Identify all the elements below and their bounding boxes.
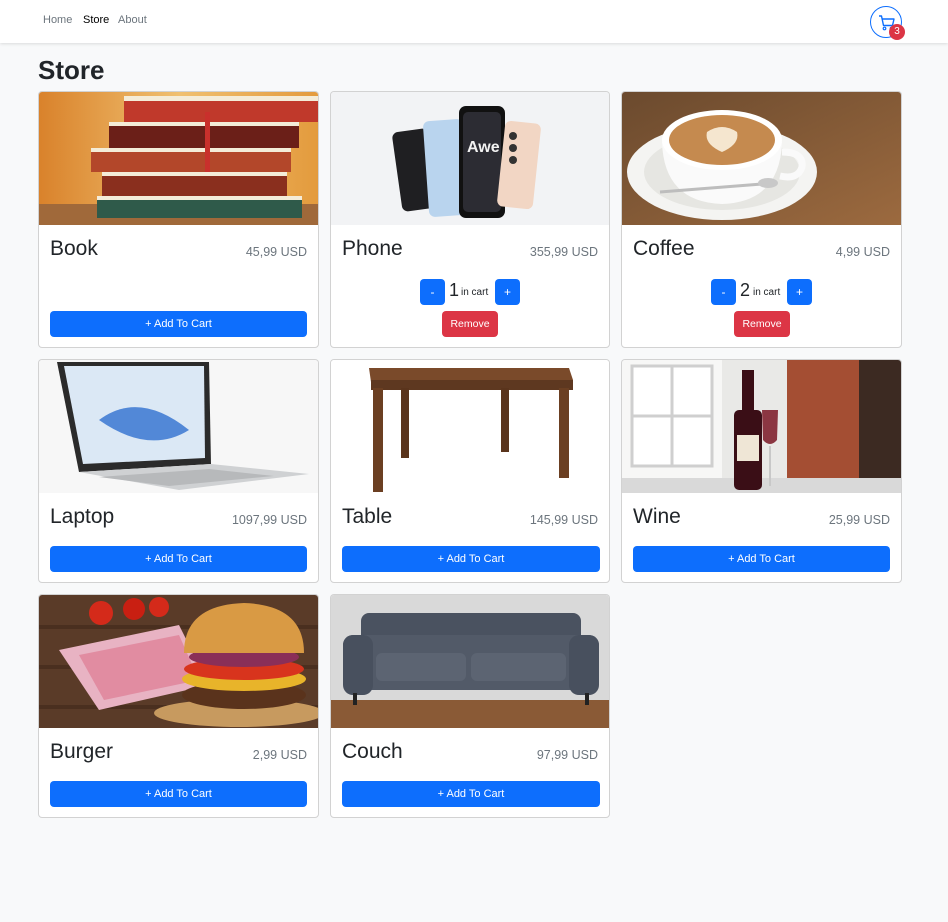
add-to-cart-button[interactable]: + Add To Cart bbox=[633, 546, 890, 572]
nav-link-about[interactable]: About bbox=[118, 14, 147, 26]
remove-button[interactable]: Remove bbox=[442, 311, 498, 337]
in-cart-label: in cart bbox=[461, 287, 489, 298]
decrease-quantity-button[interactable]: - bbox=[420, 279, 445, 305]
product-image-couch bbox=[331, 595, 609, 728]
product-price: 145,99 USD bbox=[529, 513, 598, 527]
quantity-value: 2 bbox=[740, 280, 751, 300]
product-image-book bbox=[39, 92, 318, 225]
product-name: Wine bbox=[633, 505, 681, 528]
decrease-quantity-button[interactable]: - bbox=[711, 279, 736, 305]
add-to-cart-button[interactable]: + Add To Cart bbox=[342, 546, 600, 572]
quantity-stepper: - 1 in cart + bbox=[331, 279, 609, 305]
product-image-coffee bbox=[622, 92, 901, 225]
product-card-phone: Awe Phone 355,99 USD - 1 in cart + Remov… bbox=[330, 91, 610, 348]
product-name: Laptop bbox=[50, 505, 115, 528]
product-price: 97,99 USD bbox=[536, 748, 598, 762]
product-price: 2,99 USD bbox=[252, 748, 307, 762]
product-name: Phone bbox=[342, 237, 403, 260]
add-to-cart-button[interactable]: + Add To Cart bbox=[50, 311, 307, 337]
product-price: 25,99 USD bbox=[828, 513, 890, 527]
quantity-value: 1 bbox=[449, 280, 460, 300]
product-price: 4,99 USD bbox=[835, 245, 890, 259]
increase-quantity-button[interactable]: + bbox=[495, 279, 520, 305]
product-price: 1097,99 USD bbox=[231, 513, 307, 527]
product-name: Burger bbox=[50, 740, 114, 763]
product-card-burger: Burger 2,99 USD + Add To Cart bbox=[38, 594, 319, 818]
product-image-burger bbox=[39, 595, 318, 728]
cart-count-badge: 3 bbox=[889, 24, 905, 40]
product-image-wine bbox=[622, 360, 901, 493]
product-image-table bbox=[331, 360, 609, 493]
add-to-cart-button[interactable]: + Add To Cart bbox=[342, 781, 600, 807]
product-image-phone: Awe bbox=[331, 92, 609, 225]
nav-link-store[interactable]: Store bbox=[83, 14, 109, 26]
navbar: Home Store About 3 bbox=[0, 0, 948, 43]
add-to-cart-button[interactable]: + Add To Cart bbox=[50, 781, 307, 807]
product-card-coffee: Coffee 4,99 USD - 2 in cart + Remove bbox=[621, 91, 902, 348]
product-name: Book bbox=[50, 237, 98, 260]
product-price: 355,99 USD bbox=[529, 245, 598, 259]
increase-quantity-button[interactable]: + bbox=[787, 279, 812, 305]
quantity-stepper: - 2 in cart + bbox=[622, 279, 901, 305]
product-name: Coffee bbox=[633, 237, 695, 260]
page-title: Store bbox=[38, 55, 105, 85]
in-cart-label: in cart bbox=[753, 287, 781, 298]
product-image-laptop bbox=[39, 360, 318, 493]
nav-link-home[interactable]: Home bbox=[43, 14, 72, 26]
svg-text:Awe: Awe bbox=[467, 139, 500, 156]
product-card-laptop: Laptop 1097,99 USD + Add To Cart bbox=[38, 359, 319, 583]
product-card-table: Table 145,99 USD + Add To Cart bbox=[330, 359, 610, 583]
product-price: 45,99 USD bbox=[245, 245, 307, 259]
product-card-wine: Wine 25,99 USD + Add To Cart bbox=[621, 359, 902, 583]
product-name: Couch bbox=[342, 740, 403, 763]
remove-button[interactable]: Remove bbox=[734, 311, 790, 337]
product-card-book: Book 45,99 USD + Add To Cart bbox=[38, 91, 319, 348]
add-to-cart-button[interactable]: + Add To Cart bbox=[50, 546, 307, 572]
product-card-couch: Couch 97,99 USD + Add To Cart bbox=[330, 594, 610, 818]
product-name: Table bbox=[342, 505, 393, 528]
